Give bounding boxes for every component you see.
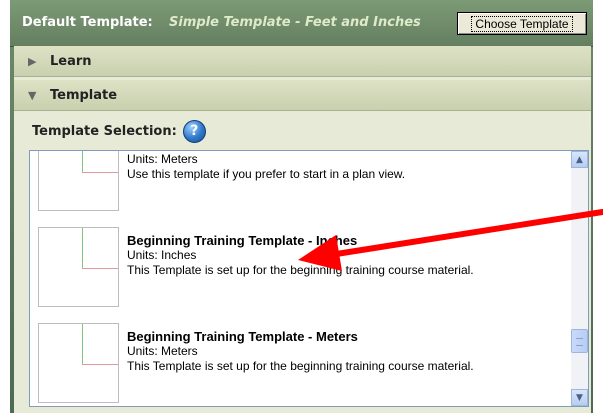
vertical-scrollbar[interactable]: ▲ ▼ <box>571 151 588 406</box>
template-description: This Template is set up for the beginnin… <box>127 359 474 373</box>
template-thumbnail <box>38 323 119 403</box>
default-template-bar: Default Template: Simple Template - Feet… <box>10 0 593 47</box>
choose-template-button[interactable]: Choose Template <box>457 12 587 35</box>
template-selection-label: Template Selection: <box>32 123 177 139</box>
scrollbar-thumb[interactable] <box>571 329 588 353</box>
template-selection-header: Template Selection: ? <box>32 119 206 143</box>
template-list[interactable]: Units: Meters Use this template if you p… <box>29 150 589 407</box>
choose-template-button-label: Choose Template <box>471 15 573 32</box>
template-units: Units: Meters <box>127 344 198 358</box>
template-thumbnail <box>38 151 119 211</box>
default-template-value: Simple Template - Feet and Inches <box>169 15 421 30</box>
section-template-label: Template <box>50 87 118 103</box>
section-learn[interactable]: ▶ Learn <box>14 46 591 77</box>
template-thumbnail <box>38 227 119 307</box>
section-template[interactable]: ▼ Template <box>14 80 591 111</box>
expanded-arrow-icon: ▼ <box>28 88 37 102</box>
help-icon[interactable]: ? <box>182 119 206 143</box>
scroll-up-icon[interactable]: ▲ <box>571 151 588 168</box>
default-template-label: Default Template: <box>22 15 153 30</box>
list-item[interactable]: Beginning Training Template - Meters Uni… <box>30 323 570 403</box>
arrow-icon <box>298 208 603 271</box>
list-item[interactable]: Units: Meters Use this template if you p… <box>30 151 570 211</box>
template-units: Units: Meters <box>127 152 198 166</box>
template-description: Use this template if you prefer to start… <box>127 167 406 181</box>
template-title: Beginning Training Template - Meters <box>127 329 358 344</box>
collapsed-arrow-icon: ▶ <box>28 54 37 68</box>
scroll-down-icon[interactable]: ▼ <box>571 389 588 406</box>
section-learn-label: Learn <box>50 53 92 69</box>
